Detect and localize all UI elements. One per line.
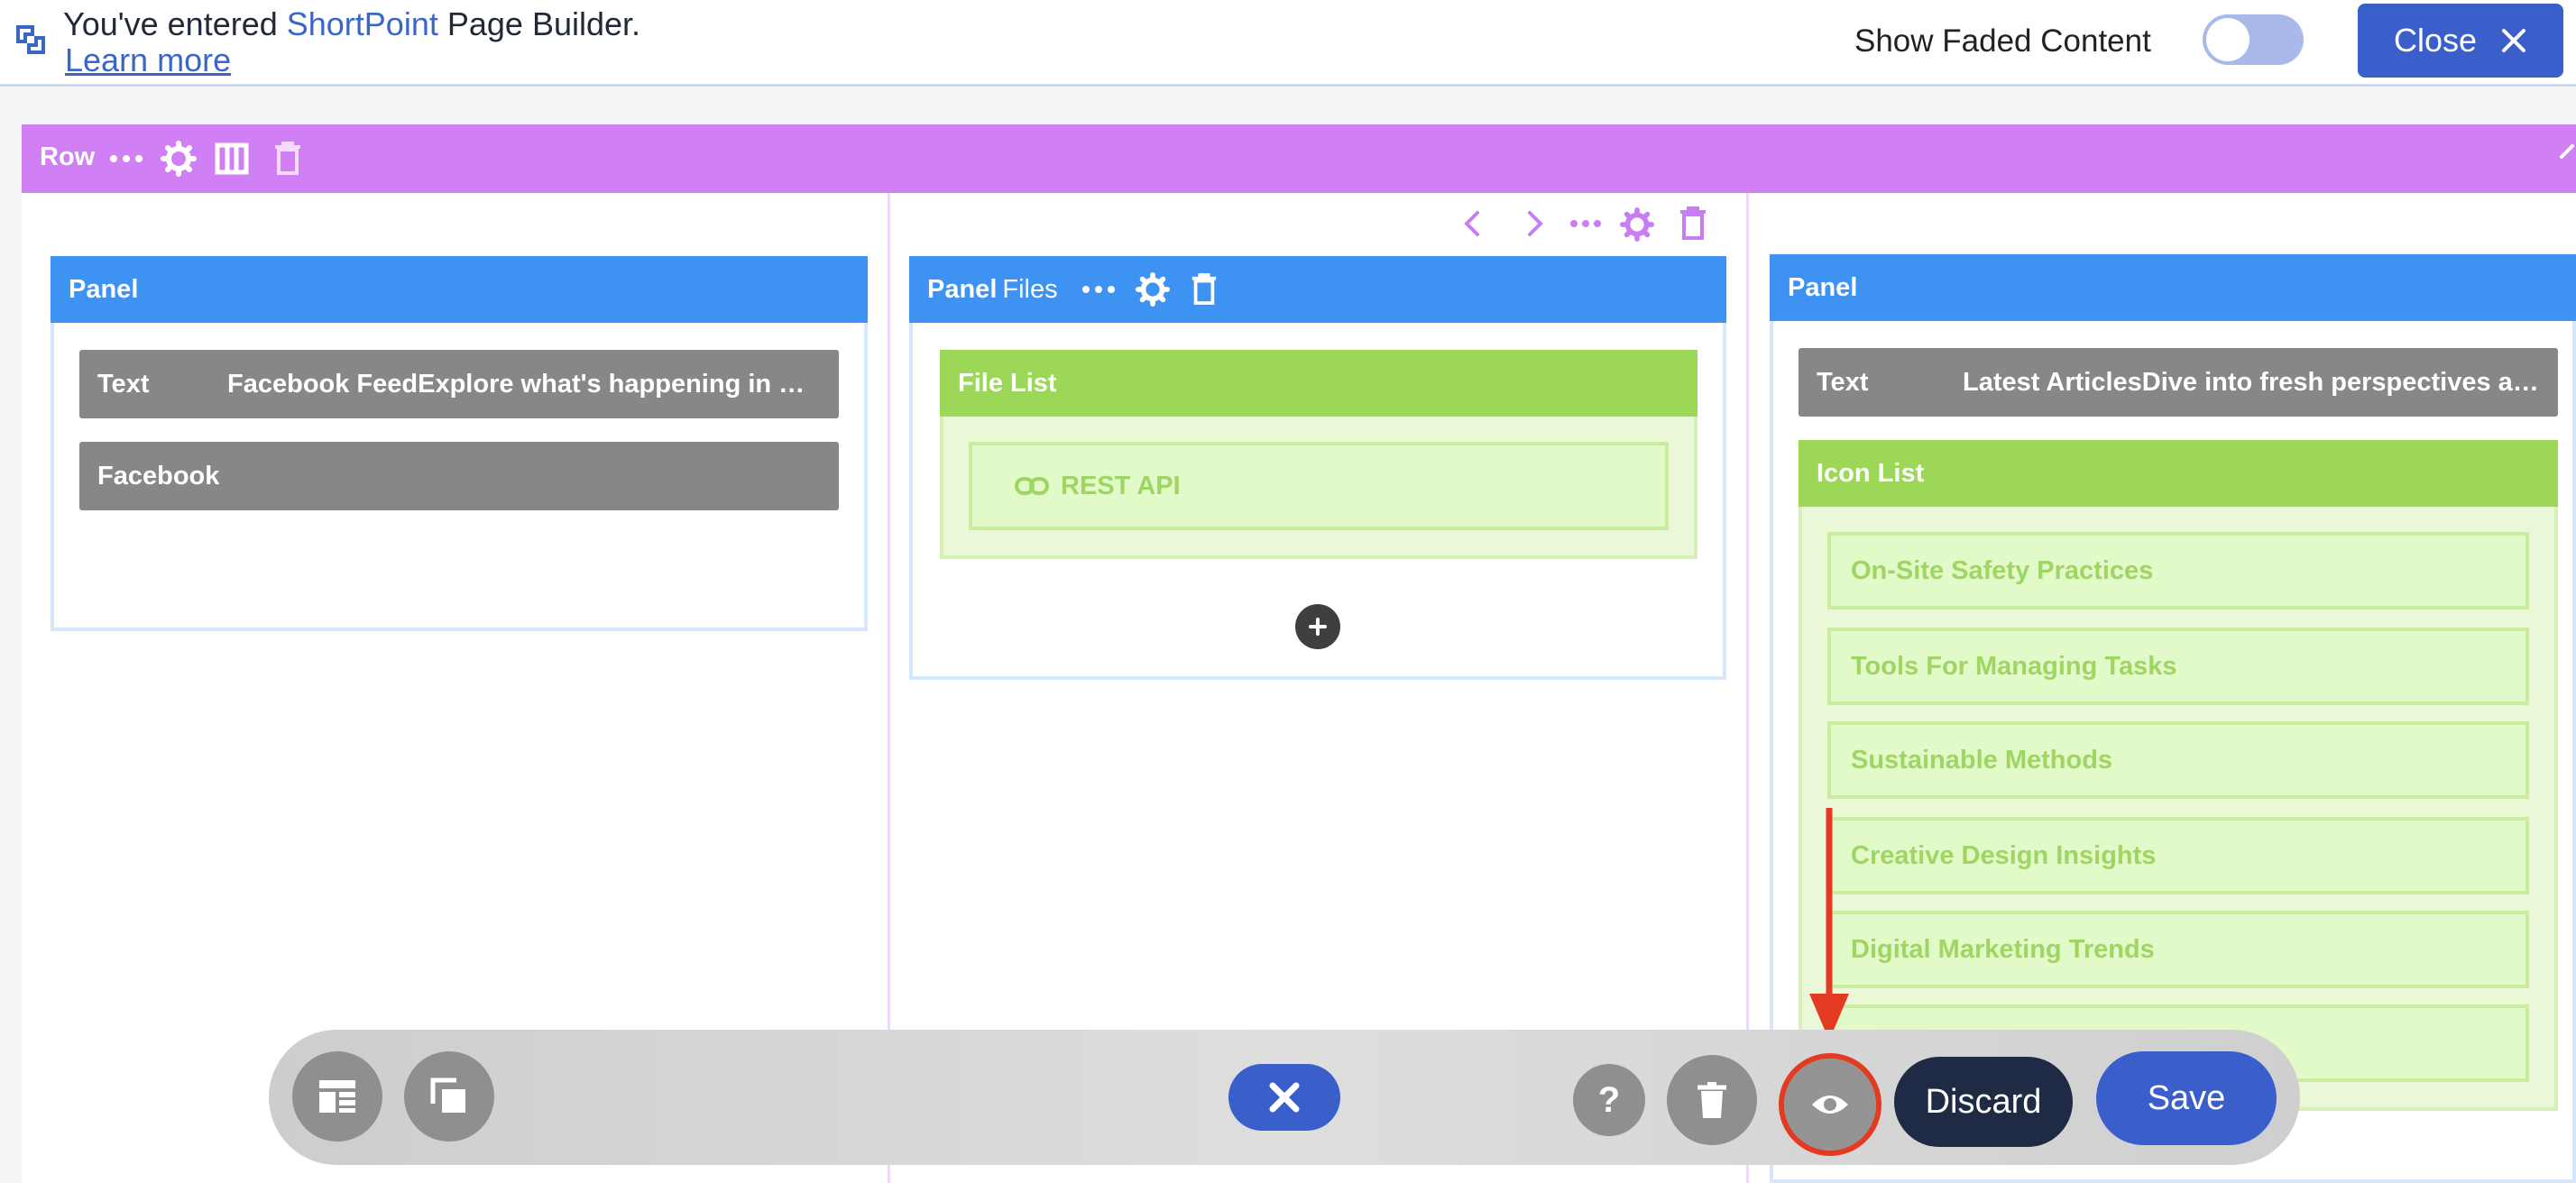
element-type-label: File List: [958, 368, 1057, 398]
panel-more-icon[interactable]: [1081, 280, 1116, 298]
icon-list-item-label: Tools For Managing Tasks: [1851, 651, 2177, 681]
banner-message: You've entered ShortPoint Page Builder.: [63, 5, 640, 43]
row-label: Row: [40, 142, 96, 171]
row-collapse-icon[interactable]: [2558, 141, 2576, 168]
row-more-icon[interactable]: [108, 150, 144, 168]
panel-header[interactable]: Panel: [51, 256, 868, 323]
panel-header[interactable]: Panel: [1770, 254, 2576, 321]
highlight-ring: [1779, 1053, 1881, 1156]
close-x-icon: [1269, 1082, 1300, 1113]
plus-icon: [1309, 618, 1327, 636]
save-button[interactable]: Save: [2096, 1051, 2277, 1145]
icon-list-item-label: Digital Marketing Trends: [1851, 934, 2155, 964]
icon-list-item[interactable]: Creative Design Insights: [1827, 817, 2529, 894]
text-element[interactable]: Text Latest ArticlesDive into fresh pers…: [1799, 348, 2558, 417]
move-left-icon[interactable]: [1461, 209, 1485, 238]
icon-list-item-label: On-Site Safety Practices: [1851, 555, 2154, 585]
file-list-element[interactable]: File List: [940, 350, 1697, 417]
close-label: Close: [2393, 22, 2478, 59]
element-type-label: Text: [97, 369, 150, 399]
close-button[interactable]: Close: [2358, 4, 2563, 78]
column-more-icon[interactable]: [1569, 215, 1602, 233]
file-list-item-label: REST API: [1061, 471, 1181, 500]
text-element[interactable]: Text Facebook FeedExplore what's happeni…: [79, 350, 839, 418]
row-settings-gear-icon[interactable]: [161, 141, 197, 177]
annotation-arrow-icon: [1809, 808, 1849, 1041]
facebook-element[interactable]: Facebook: [79, 442, 839, 510]
discard-button[interactable]: Discard: [1894, 1057, 2073, 1147]
icon-list-item[interactable]: On-Site Safety Practices: [1827, 532, 2529, 610]
icon-list-item-label: Creative Design Insights: [1851, 840, 2157, 870]
row-delete-icon[interactable]: [272, 141, 303, 177]
show-faded-content-toggle[interactable]: [2203, 14, 2304, 65]
element-type-label: Text: [1817, 367, 1869, 397]
add-element-button[interactable]: [1295, 604, 1340, 649]
question-mark-icon: ?: [1597, 1079, 1621, 1120]
element-content: Latest ArticlesDive into fresh perspecti…: [1963, 367, 2540, 397]
icon-list-item-label: Sustainable Methods: [1851, 745, 2113, 775]
copy-button[interactable]: [404, 1051, 494, 1142]
column-settings-gear-icon[interactable]: [1620, 207, 1654, 242]
icon-list-item[interactable]: Tools For Managing Tasks: [1827, 628, 2529, 705]
trash-icon: [1697, 1082, 1726, 1118]
close-icon: [2502, 29, 2526, 52]
icon-list-item[interactable]: Digital Marketing Trends: [1827, 911, 2529, 988]
file-list-item[interactable]: REST API: [969, 442, 1669, 530]
icon-list-element[interactable]: Icon List: [1799, 440, 2558, 507]
shortpoint-logo-icon: [16, 25, 45, 54]
row-columns-icon[interactable]: [215, 142, 249, 175]
delete-button[interactable]: [1667, 1055, 1757, 1145]
cancel-button[interactable]: [1228, 1064, 1340, 1131]
brand-name: ShortPoint: [286, 5, 438, 42]
panel-label: Panel: [1788, 272, 1858, 302]
element-type-label: Icon List: [1817, 458, 1925, 488]
row-toolbar[interactable]: [22, 124, 2576, 193]
layout-icon: [319, 1080, 355, 1113]
panel-label: Panel: [927, 274, 998, 304]
link-icon: [1015, 477, 1049, 495]
column-delete-icon[interactable]: [1678, 206, 1708, 242]
element-content: Facebook FeedExplore what's happening in…: [227, 369, 814, 399]
panel-delete-icon[interactable]: [1190, 272, 1219, 307]
icon-list-item[interactable]: Sustainable Methods: [1827, 721, 2529, 799]
layout-templates-button[interactable]: [292, 1051, 382, 1142]
panel-settings-gear-icon[interactable]: [1135, 272, 1170, 307]
banner-prefix: You've entered: [63, 5, 287, 42]
toggle-knob: [2206, 18, 2249, 61]
panel-subtype: Files: [1002, 274, 1058, 304]
move-right-icon[interactable]: [1523, 209, 1546, 238]
panel-header[interactable]: Panel Files: [909, 256, 1726, 323]
copy-icon: [430, 1078, 465, 1113]
show-faded-content-label: Show Faded Content: [1854, 23, 2151, 59]
banner-suffix: Page Builder.: [437, 5, 641, 42]
element-type-label: Facebook: [97, 461, 220, 491]
panel-label: Panel: [69, 274, 139, 304]
learn-more-link[interactable]: Learn more: [65, 41, 231, 79]
help-button[interactable]: ?: [1573, 1064, 1645, 1136]
